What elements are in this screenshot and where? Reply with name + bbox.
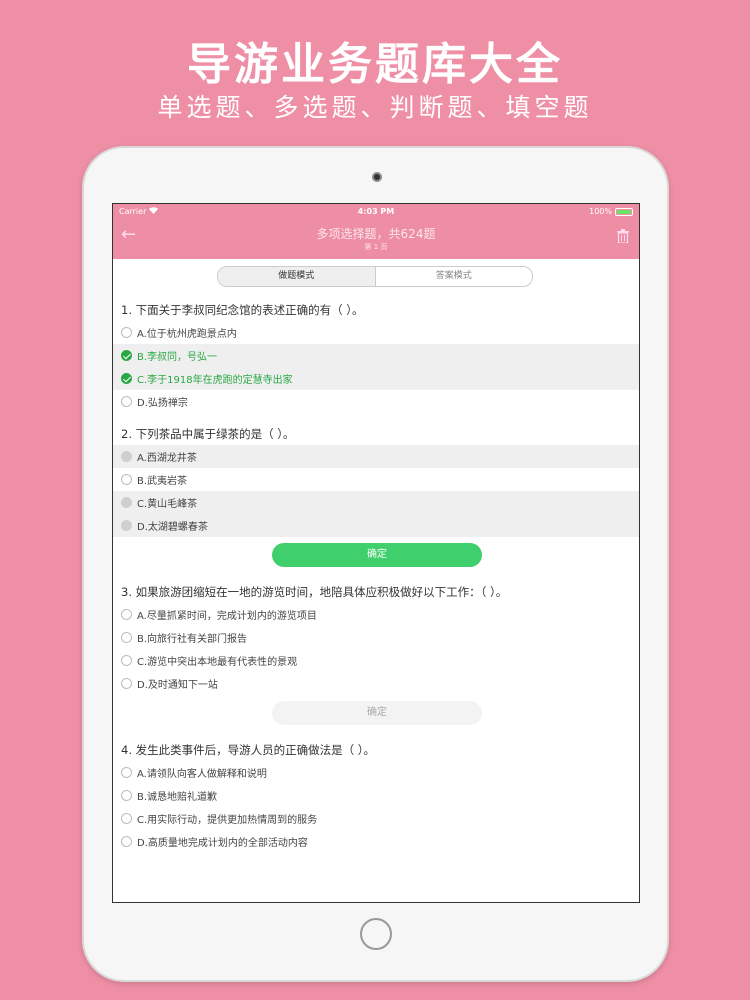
question-title: 1. 下面关于李叔同纪念馆的表述正确的有（ ）。	[121, 303, 364, 317]
option-label: A.尽量抓紧时间，完成计划内的游览项目	[137, 611, 317, 622]
option-label: B.武夷岩茶	[137, 476, 188, 487]
option-label: C.李于1918年在虎跑的定慧寺出家	[137, 375, 293, 386]
confirm-button[interactable]: 确定	[272, 543, 482, 567]
status-time: 4:03 PM	[357, 207, 395, 216]
radio-icon	[121, 451, 132, 462]
option-row[interactable]: C.黄山毛峰茶	[113, 491, 639, 514]
option-label: C.游览中突出本地最有代表性的景观	[137, 657, 298, 668]
option-row[interactable]: A.请领队向客人做解释和说明	[113, 761, 639, 784]
option-label: A.位于杭州虎跑景点内	[137, 329, 237, 340]
option-label: A.西湖龙井茶	[137, 453, 197, 464]
option-row[interactable]: C.李于1918年在虎跑的定慧寺出家	[113, 367, 639, 390]
radio-icon	[121, 609, 132, 620]
option-row[interactable]: A.位于杭州虎跑景点内	[113, 321, 639, 344]
radio-icon	[121, 813, 132, 824]
option-label: B.向旅行社有关部门报告	[137, 634, 248, 645]
option-label: D.太湖碧螺春茶	[137, 522, 208, 533]
option-row[interactable]: C.游览中突出本地最有代表性的景观	[113, 649, 639, 672]
home-button[interactable]	[360, 918, 392, 950]
radio-icon	[121, 632, 132, 643]
ipad-frame: Carrier 4:03 PM 100% ← 多项选择题，共624题 第 1 页	[82, 146, 669, 982]
nav-header: Carrier 4:03 PM 100% ← 多项选择题，共624题 第 1 页	[113, 204, 639, 259]
option-row[interactable]: B.武夷岩茶	[113, 468, 639, 491]
battery-icon	[615, 207, 633, 216]
radio-icon	[121, 836, 132, 847]
tab-answer-mode[interactable]: 答案模式	[376, 267, 533, 286]
camera-icon	[372, 172, 382, 182]
radio-icon	[121, 520, 132, 531]
option-label: A.请领队向客人做解释和说明	[137, 769, 267, 780]
radio-icon	[121, 767, 132, 778]
battery-percent: 100%	[589, 207, 612, 216]
radio-icon	[121, 396, 132, 407]
option-row[interactable]: A.西湖龙井茶	[113, 445, 639, 468]
app-screen: Carrier 4:03 PM 100% ← 多项选择题，共624题 第 1 页	[112, 203, 640, 903]
question-block: 4. 发生此类事件后，导游人员的正确做法是（ ）。 A.请领队向客人做解释和说明…	[113, 739, 639, 853]
radio-icon	[121, 790, 132, 801]
option-row[interactable]: B.向旅行社有关部门报告	[113, 626, 639, 649]
option-label: D.及时通知下一站	[137, 680, 218, 691]
option-label: C.黄山毛峰茶	[137, 499, 198, 510]
option-row[interactable]: D.及时通知下一站	[113, 672, 639, 695]
radio-icon	[121, 678, 132, 689]
check-circle-icon	[121, 350, 132, 361]
option-row[interactable]: A.尽量抓紧时间，完成计划内的游览项目	[113, 603, 639, 626]
option-row[interactable]: C.用实际行动，提供更加热情周到的服务	[113, 807, 639, 830]
question-block: 1. 下面关于李叔同纪念馆的表述正确的有（ ）。 A.位于杭州虎跑景点内 B.李…	[113, 299, 639, 413]
question-title: 3. 如果旅游团缩短在一地的游览时间，地陪具体应积极做好以下工作：（ ）。	[121, 585, 508, 599]
option-label: D.高质量地完成计划内的全部活动内容	[137, 838, 308, 849]
nav-title: 多项选择题，共624题	[316, 227, 436, 241]
option-row[interactable]: D.弘扬禅宗	[113, 390, 639, 413]
question-list: 1. 下面关于李叔同纪念馆的表述正确的有（ ）。 A.位于杭州虎跑景点内 B.李…	[113, 299, 639, 853]
mode-segmented-control: 做题模式 答案模式	[217, 266, 533, 287]
page-indicator: 第 1 页	[364, 243, 388, 251]
option-label: B.李叔同，号弘一	[137, 352, 218, 363]
radio-icon	[121, 655, 132, 666]
option-label: C.用实际行动，提供更加热情周到的服务	[137, 815, 318, 826]
question-title: 2. 下列茶品中属于绿茶的是（ ）。	[121, 427, 295, 441]
confirm-button[interactable]: 确定	[272, 701, 482, 725]
trash-icon[interactable]	[617, 228, 629, 244]
option-row[interactable]: D.太湖碧螺春茶	[113, 514, 639, 537]
radio-icon	[121, 474, 132, 485]
banner-subtitle: 单选题、多选题、判断题、填空题	[157, 93, 593, 122]
option-label: D.弘扬禅宗	[137, 398, 188, 409]
check-circle-icon	[121, 373, 132, 384]
banner-title: 导游业务题库大全	[187, 39, 563, 90]
radio-icon	[121, 327, 132, 338]
radio-icon	[121, 497, 132, 508]
tab-practice-mode[interactable]: 做题模式	[218, 267, 376, 286]
option-row[interactable]: B.李叔同，号弘一	[113, 344, 639, 367]
option-row[interactable]: B.诚恳地赔礼道歉	[113, 784, 639, 807]
option-label: B.诚恳地赔礼道歉	[137, 792, 218, 803]
status-bar: Carrier 4:03 PM 100%	[113, 204, 639, 219]
option-row[interactable]: D.高质量地完成计划内的全部活动内容	[113, 830, 639, 853]
question-block: 3. 如果旅游团缩短在一地的游览时间，地陪具体应积极做好以下工作：（ ）。 A.…	[113, 581, 639, 725]
question-title: 4. 发生此类事件后，导游人员的正确做法是（ ）。	[121, 743, 376, 757]
question-block: 2. 下列茶品中属于绿茶的是（ ）。 A.西湖龙井茶 B.武夷岩茶 C.黄山毛峰…	[113, 423, 639, 567]
